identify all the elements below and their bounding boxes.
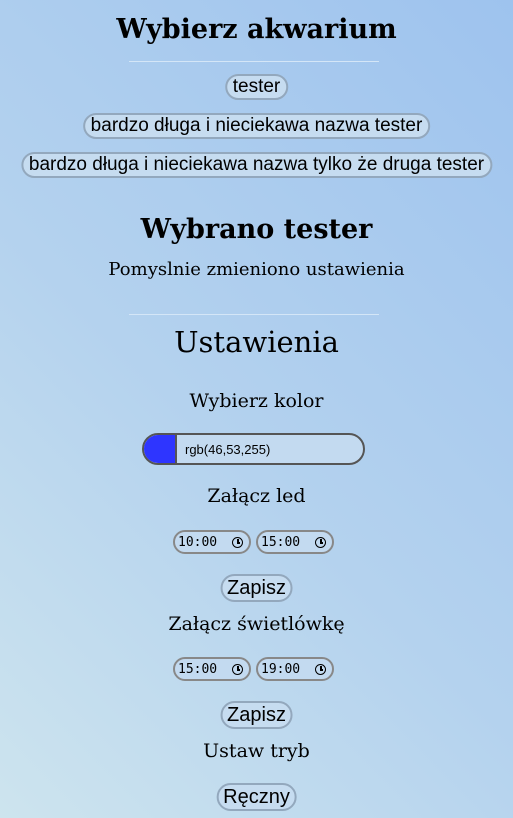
clock-icon [315,664,326,675]
aquarium-option-tester[interactable]: tester [224,74,289,100]
fluorescent-label: Załącz świetlówkę [168,613,345,635]
led-save-button[interactable]: Zapisz [220,574,293,602]
status-message: Pomyslnie zmieniono ustawienia [108,259,405,280]
settings-title: Ustawienia [174,325,339,359]
fluorescent-start-time-value: 15:00 [178,661,218,677]
fluorescent-start-time-input[interactable]: 15:00 [173,657,251,681]
mode-button[interactable]: Ręczny [216,783,297,811]
led-end-time-value: 15:00 [261,534,301,550]
led-label: Załącz led [207,485,306,507]
mode-label: Ustaw tryb [203,740,310,762]
color-picker[interactable]: rgb(46,53,255) [142,433,365,465]
fluorescent-save-button[interactable]: Zapisz [220,701,293,729]
color-value: rgb(46,53,255) [185,441,271,457]
divider-settings [129,314,379,315]
selected-aquarium-heading: Wybrano tester [140,214,373,245]
led-end-time-input[interactable]: 15:00 [256,530,334,554]
aquarium-option-long-name[interactable]: bardzo długa i nieciekawa nazwa tester [82,113,431,139]
clock-icon [232,664,243,675]
color-label: Wybierz kolor [189,390,324,412]
fluorescent-end-time-value: 19:00 [261,661,301,677]
fluorescent-end-time-input[interactable]: 19:00 [256,657,334,681]
color-swatch [144,435,177,463]
divider-top [129,61,379,62]
aquarium-picker-title: Wybierz akwarium [116,14,397,45]
clock-icon [315,537,326,548]
clock-icon [232,537,243,548]
aquarium-option-long-name-second[interactable]: bardzo długa i nieciekawa nazwa tylko że… [20,152,493,178]
led-start-time-input[interactable]: 10:00 [173,530,251,554]
led-start-time-value: 10:00 [178,534,218,550]
